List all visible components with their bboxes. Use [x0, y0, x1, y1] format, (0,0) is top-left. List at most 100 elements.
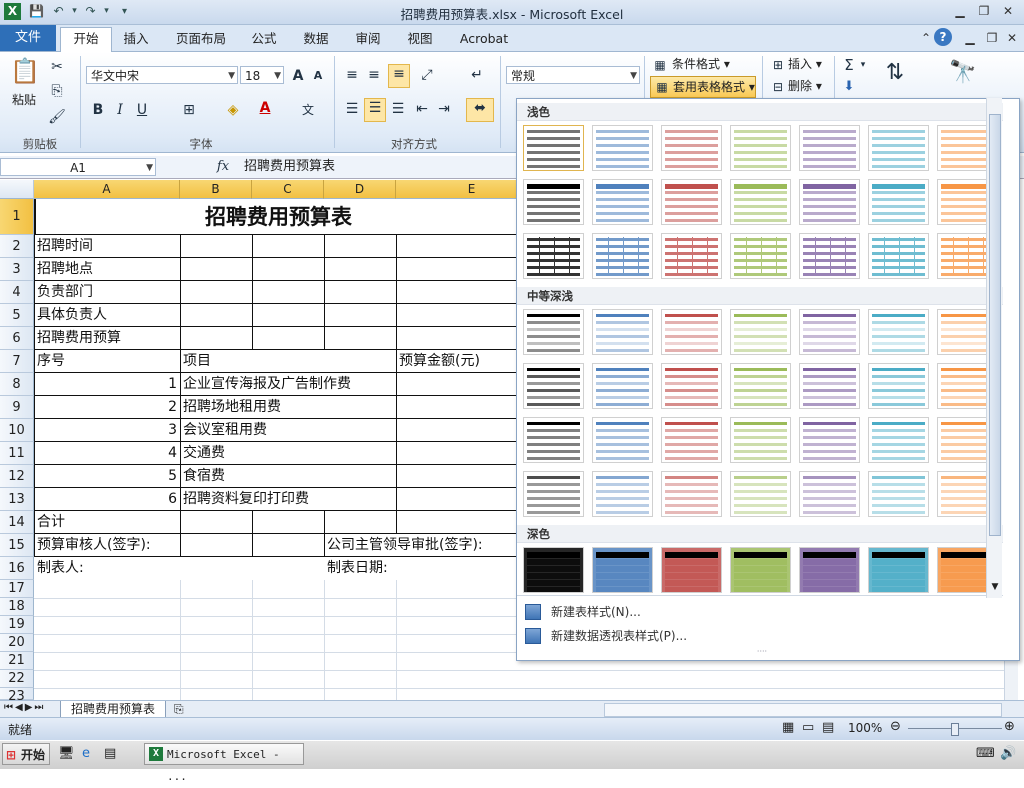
quicklaunch-icon-2[interactable]: ▤ [104, 746, 116, 761]
conditional-format-button[interactable]: 条件格式 ▾ [672, 54, 730, 74]
table-style-swatch[interactable] [730, 309, 791, 355]
table-style-swatch[interactable] [661, 309, 722, 355]
autosum-icon[interactable]: Σ [840, 56, 858, 74]
help-icon[interactable]: ? [934, 28, 952, 46]
cell-recruit-place[interactable]: 招聘地点 [34, 258, 93, 281]
table-style-swatch[interactable] [523, 233, 584, 279]
row-header[interactable]: 15 [0, 534, 34, 557]
normal-view-icon[interactable]: ▦ [782, 720, 794, 735]
underline-icon[interactable]: U [134, 101, 150, 119]
table-style-swatch[interactable] [868, 309, 929, 355]
row-header[interactable]: 7 [0, 350, 34, 373]
zoom-level[interactable]: 100% [848, 721, 882, 735]
tab-insert[interactable]: 插入 [114, 29, 158, 49]
increase-indent-icon[interactable]: ⇥ [436, 100, 452, 118]
grow-font-icon[interactable]: A [290, 67, 306, 85]
table-style-swatch[interactable] [868, 179, 929, 225]
delete-cells-button[interactable]: 删除 ▾ [788, 76, 822, 96]
page-break-view-icon[interactable]: ▤ [822, 720, 834, 735]
cell-item-header[interactable]: 项目 [180, 350, 211, 373]
bold-icon[interactable]: B [90, 101, 106, 119]
table-style-swatch[interactable] [592, 547, 653, 593]
sheet-title-cell[interactable]: 招聘费用预算表 [36, 202, 518, 232]
cell-prep-date[interactable]: 制表日期: [324, 557, 388, 580]
cell-item[interactable]: 食宿费 [180, 465, 225, 488]
cell-seq[interactable]: 5 [34, 465, 180, 488]
cell-person[interactable]: 具体负责人 [34, 304, 107, 327]
align-center-icon[interactable]: ☰ [364, 98, 386, 122]
table-style-swatch[interactable] [592, 179, 653, 225]
table-style-swatch[interactable] [799, 125, 860, 171]
cell-department[interactable]: 负责部门 [34, 281, 93, 304]
table-style-swatch[interactable] [592, 417, 653, 463]
cell-seq[interactable]: 3 [34, 419, 180, 442]
ie-icon[interactable]: e [82, 746, 90, 761]
cell-budget-title[interactable]: 招聘费用预算 [34, 327, 121, 350]
doc-close-icon[interactable]: ✕ [1000, 29, 1024, 47]
horizontal-scrollbar[interactable] [604, 703, 1002, 717]
table-style-swatch[interactable] [592, 471, 653, 517]
fill-color-icon[interactable]: ◈ [224, 101, 242, 119]
table-style-swatch[interactable] [868, 125, 929, 171]
row-header[interactable]: 6 [0, 327, 34, 350]
insert-sheet-icon[interactable]: ⎘ [174, 702, 184, 717]
insert-cells-icon[interactable]: ⊞ [770, 56, 786, 74]
row-header[interactable]: 22 [0, 670, 34, 688]
tab-acrobat[interactable]: Acrobat [454, 29, 514, 49]
align-right-icon[interactable]: ☰ [390, 100, 406, 118]
table-style-swatch[interactable] [661, 547, 722, 593]
start-button[interactable]: ⊞ 开始 [2, 743, 50, 765]
table-style-swatch[interactable] [868, 363, 929, 409]
table-style-swatch[interactable] [523, 179, 584, 225]
table-style-swatch[interactable] [799, 233, 860, 279]
format-as-table-button[interactable]: ▦ 套用表格格式 ▾ [650, 76, 756, 98]
font-name-combo[interactable]: 华文中宋 ▼ [86, 66, 238, 84]
find-select-icon[interactable]: 🔭 [946, 56, 980, 90]
sort-filter-icon[interactable]: ⇅ [878, 56, 912, 90]
quicklaunch-icon[interactable]: 🖥 [58, 746, 75, 761]
orientation-icon[interactable]: ⤢ [416, 66, 438, 84]
row-header[interactable]: 1 [0, 199, 34, 235]
phonetic-icon[interactable]: 文 [298, 101, 318, 119]
row-header[interactable]: 11 [0, 442, 34, 465]
row-header[interactable]: 3 [0, 258, 34, 281]
cell-seq[interactable]: 1 [34, 373, 180, 396]
table-style-swatch[interactable] [592, 363, 653, 409]
number-format-combo[interactable]: 常规 ▼ [506, 66, 640, 84]
table-style-swatch[interactable] [799, 363, 860, 409]
row-header[interactable]: 23 [0, 688, 34, 700]
wrap-text-icon[interactable]: ↵ [468, 66, 486, 84]
cell-item[interactable]: 招聘场地租用费 [180, 396, 281, 419]
cell-item[interactable]: 企业宣传海报及广告制作费 [180, 373, 351, 396]
table-style-swatch[interactable] [730, 471, 791, 517]
table-style-swatch[interactable] [730, 547, 791, 593]
column-header[interactable]: A [34, 180, 180, 199]
sheet-tab-active[interactable]: 招聘费用预算表 [60, 701, 166, 718]
table-style-swatch[interactable] [868, 417, 929, 463]
table-style-swatch[interactable] [730, 417, 791, 463]
row-header[interactable]: 16 [0, 557, 34, 580]
zoom-in-icon[interactable]: ⊕ [1004, 719, 1015, 734]
decrease-indent-icon[interactable]: ⇤ [414, 100, 430, 118]
row-header[interactable]: 14 [0, 511, 34, 534]
table-style-swatch[interactable] [799, 547, 860, 593]
name-box[interactable]: A1 ▼ [0, 158, 156, 176]
table-style-swatch[interactable] [730, 233, 791, 279]
cell-approver[interactable]: 公司主管领导审批(签字): [324, 534, 483, 557]
table-style-swatch[interactable] [730, 125, 791, 171]
fill-icon[interactable]: ⬇ [840, 78, 858, 96]
column-header[interactable]: B [180, 180, 252, 199]
table-style-swatch[interactable] [661, 363, 722, 409]
table-style-swatch[interactable] [730, 179, 791, 225]
column-header[interactable]: D [324, 180, 396, 199]
sheet-nav-icons[interactable]: ⏮◀▶⏭ [4, 702, 45, 713]
merge-center-icon[interactable]: ⬌ [466, 98, 494, 122]
restore-icon[interactable]: ❐ [972, 2, 996, 20]
table-style-swatch[interactable] [523, 363, 584, 409]
conditional-format-icon[interactable]: ▦ [652, 56, 668, 74]
table-style-swatch[interactable] [661, 179, 722, 225]
cell-item[interactable]: 交通费 [180, 442, 225, 465]
resize-grip[interactable]: ···· [747, 648, 777, 656]
font-color-icon[interactable]: A [256, 99, 274, 117]
paste-icon[interactable]: 📋 [10, 56, 40, 86]
